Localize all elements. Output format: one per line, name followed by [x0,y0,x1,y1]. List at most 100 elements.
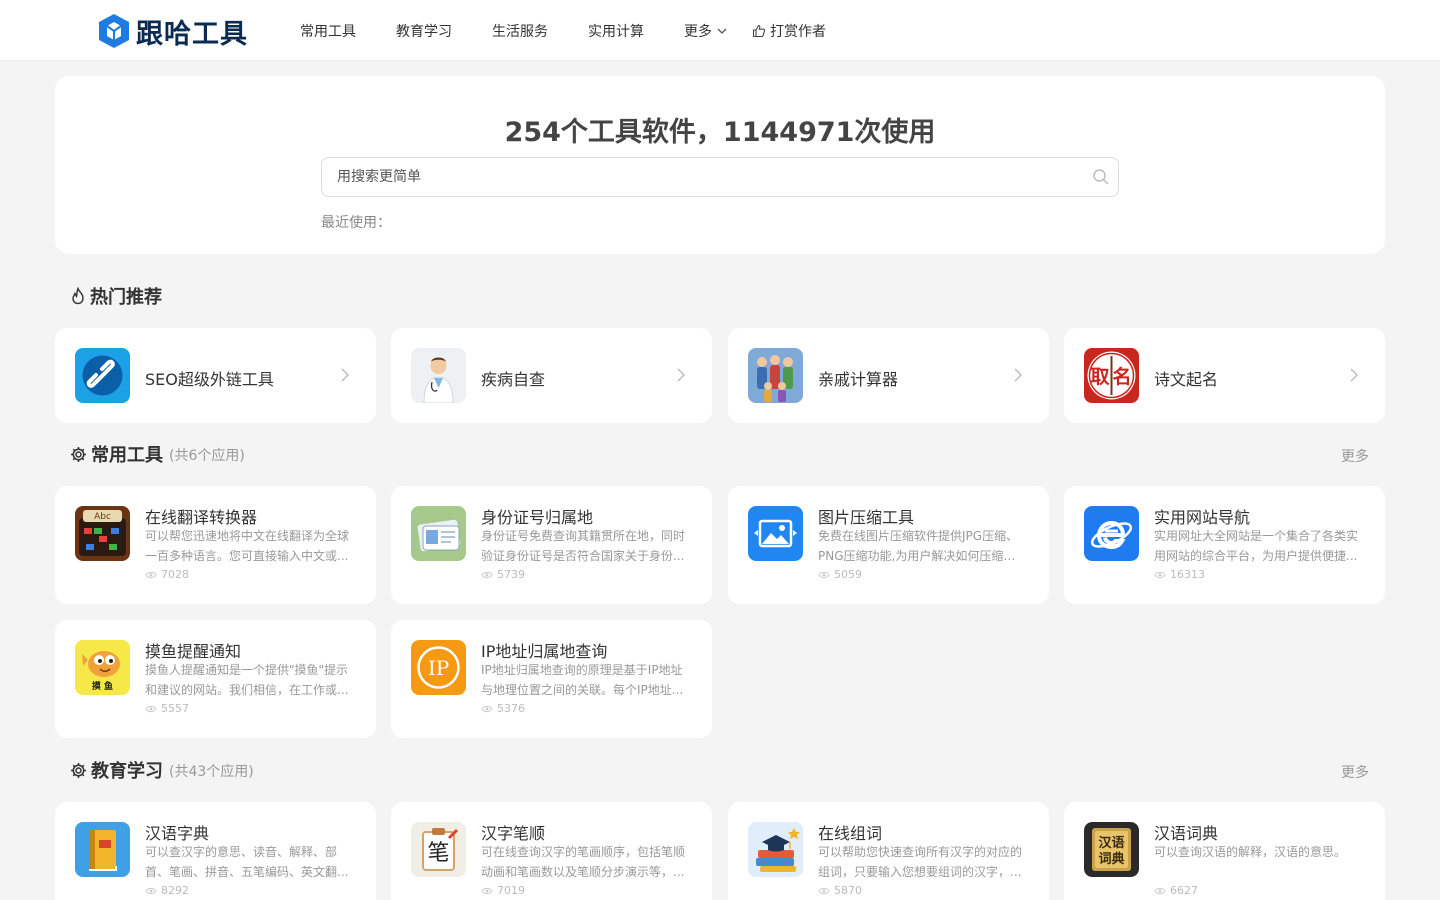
tool-name: 身份证号归属地 [481,508,594,527]
gear-icon [71,762,86,778]
chevron-down-icon [717,28,727,34]
top-header: 跟哈工具 常用工具 教育学习 生活服务 实用计算 更多 打赏作者 [0,0,1440,61]
tool-description: 可在线查询汉字的笔画顺序，包括笔顺动画和笔画数以及笔顺分步演示等，... [481,845,686,879]
tool-name: SEO超级外链工具 [145,370,274,389]
stroke-icon: 笔 [411,822,466,877]
translate-icon: Abc [75,506,130,561]
nav-education[interactable]: 教育学习 [396,21,452,41]
tool-description: 摸鱼人提醒通知是一个提供"摸鱼"提示和建议的网站。我们相信，在工作或... [145,663,349,697]
nav-more[interactable]: 更多 [684,21,728,41]
fire-icon [72,287,84,305]
tool-card-cidian[interactable]: 汉语 词典 汉语词典 可以查询汉语的解释，汉语的意思。 6627 [1064,802,1385,900]
eye-icon [481,887,493,894]
eye-icon [145,571,157,578]
common-section-header: 常用工具 (共6个应用) [70,442,245,466]
view-count: 7019 [481,884,525,897]
thumbs-up-icon [752,24,766,37]
tool-card-translate[interactable]: Abc 在线翻译转换器 可以帮您迅速地将中文在线翻译为全球一百多种语言。您可直接… [55,486,376,604]
tool-card-fish-reminder[interactable]: 摸 鱼 摸鱼提醒通知 摸鱼人提醒通知是一个提供"摸鱼"提示和建议的网站。我们相信… [55,620,376,738]
tool-description: 身份证号免费查询其籍贯所在地，同时验证身份证号是否符合国家关于身份... [481,529,686,563]
image-icon [748,506,803,561]
eye-icon [481,571,493,578]
dictionary-icon [75,822,130,877]
ip-icon-text: IP [428,656,449,680]
cube-logo-icon [99,14,129,48]
tool-description: 可以帮您迅速地将中文在线翻译为全球一百多种语言。您可直接输入中文或... [145,529,350,563]
tool-name: 在线翻译转换器 [145,508,258,527]
view-count-value: 7028 [161,568,189,581]
view-count: 6627 [1154,884,1198,897]
chevron-right-icon [1350,368,1358,382]
tool-card-zuci[interactable]: 在线组词 可以帮助您快速查询所有汉字的对应的组词，只要输入您想要组词的汉字，..… [728,802,1049,900]
nav-life-services[interactable]: 生活服务 [492,21,548,41]
tool-card-bishun[interactable]: 笔 汉字笔顺 可在线查询汉字的笔画顺序，包括笔顺动画和笔画数以及笔顺分步演示等，… [391,802,712,900]
naming-icon-char-2: 名 [1112,365,1131,388]
view-count: 5376 [481,702,525,715]
search-input[interactable] [322,158,1062,196]
tool-description: 实用网址大全网站是一个集合了各类实用网站的综合平台，为用户提供便捷... [1154,529,1359,563]
view-count-value: 6627 [1170,884,1198,897]
view-count-value: 16313 [1170,568,1205,581]
view-count-value: 5059 [834,568,862,581]
nav-calculators[interactable]: 实用计算 [588,21,644,41]
family-icon [748,348,803,403]
hot-card-seo[interactable]: SEO超级外链工具 [55,328,376,423]
hot-card-disease[interactable]: 疾病自查 [391,328,712,423]
edu-section-header: 教育学习 (共43个应用) [70,758,254,782]
tool-card-ip-lookup[interactable]: IP IP地址归属地查询 IP地址归属地查询的原理是基于IP地址与地理位置之间的… [391,620,712,738]
translate-icon-text: Abc [94,512,111,522]
tool-card-zidian[interactable]: 汉语字典 可以查汉字的意思、读音、解释、部首、笔画、拼音、五笔编码、英文翻...… [55,802,376,900]
tool-card-idcard[interactable]: 身份证号归属地 身份证号免费查询其籍贯所在地，同时验证身份证号是否符合国家关于身… [391,486,712,604]
browser-icon [1084,506,1139,561]
tool-description: IP地址归属地查询的原理是基于IP地址与地理位置之间的关联。每个IP地址... [481,663,684,697]
ip-icon: IP [411,640,466,695]
doctor-icon [411,348,466,403]
eye-icon [1154,887,1166,894]
fish-icon: 摸 鱼 [75,640,130,695]
tool-name: IP地址归属地查询 [481,642,608,661]
tool-name: 汉语词典 [1154,824,1219,843]
tool-name: 疾病自查 [481,370,546,389]
books-icon [748,822,803,877]
common-more-link[interactable]: 更多 [1341,446,1369,466]
view-count: 5557 [145,702,189,715]
eye-icon [145,705,157,712]
site-logo[interactable]: 跟哈工具 [96,11,248,51]
eye-icon [1154,571,1166,578]
tool-name: 图片压缩工具 [818,508,915,527]
cidian-icon-line-1: 汉语 [1098,835,1124,851]
fish-icon-text: 摸 鱼 [92,680,113,692]
tool-card-site-nav[interactable]: 实用网站导航 实用网址大全网站是一个集合了各类实用网站的综合平台，为用户提供便捷… [1064,486,1385,604]
stroke-icon-char: 笔 [427,841,449,866]
link-icon [75,348,130,403]
chevron-right-icon [677,368,685,382]
hot-card-relatives[interactable]: 亲戚计算器 [728,328,1049,423]
view-count: 7028 [145,568,189,581]
tool-card-image-compress[interactable]: 图片压缩工具 免费在线图片压缩软件提供JPG压缩、PNG压缩功能,为用户解决如何… [728,486,1049,604]
edu-more-link[interactable]: 更多 [1341,762,1369,782]
recent-label: 最近使用： [321,215,391,231]
donate-link[interactable]: 打赏作者 [752,21,826,41]
naming-icon: 取名 [1084,348,1139,403]
cidian-icon-line-2: 词典 [1098,851,1124,867]
edu-section-title: 教育学习 [91,761,163,782]
naming-icon-char-1: 取 [1090,366,1109,388]
tool-description: 免费在线图片压缩软件提供JPG压缩、PNG压缩功能,为用户解决如何压缩图... [818,529,1019,563]
view-count: 5059 [818,568,862,581]
tool-description: 可以帮助您快速查询所有汉字的对应的组词，只要输入您想要组词的汉字，... [818,845,1023,879]
tool-name: 诗文起名 [1154,370,1219,389]
view-count-value: 5376 [497,702,525,715]
logo-text: 跟哈工具 [136,18,248,50]
hot-section-title: 热门推荐 [90,287,162,308]
view-count: 5870 [818,884,862,897]
view-count: 5739 [481,568,525,581]
main-nav: 常用工具 教育学习 生活服务 实用计算 更多 打赏作者 [300,0,826,61]
nav-common-tools[interactable]: 常用工具 [300,21,356,41]
view-count-value: 8292 [161,884,189,897]
tool-name: 实用网站导航 [1154,508,1251,527]
hot-card-naming[interactable]: 取名 诗文起名 [1064,328,1385,423]
search-icon[interactable] [1092,168,1110,186]
id-card-icon [411,506,466,561]
donate-label: 打赏作者 [770,23,826,40]
tool-description: 可以查汉字的意思、读音、解释、部首、笔画、拼音、五笔编码、英文翻... [145,845,349,879]
